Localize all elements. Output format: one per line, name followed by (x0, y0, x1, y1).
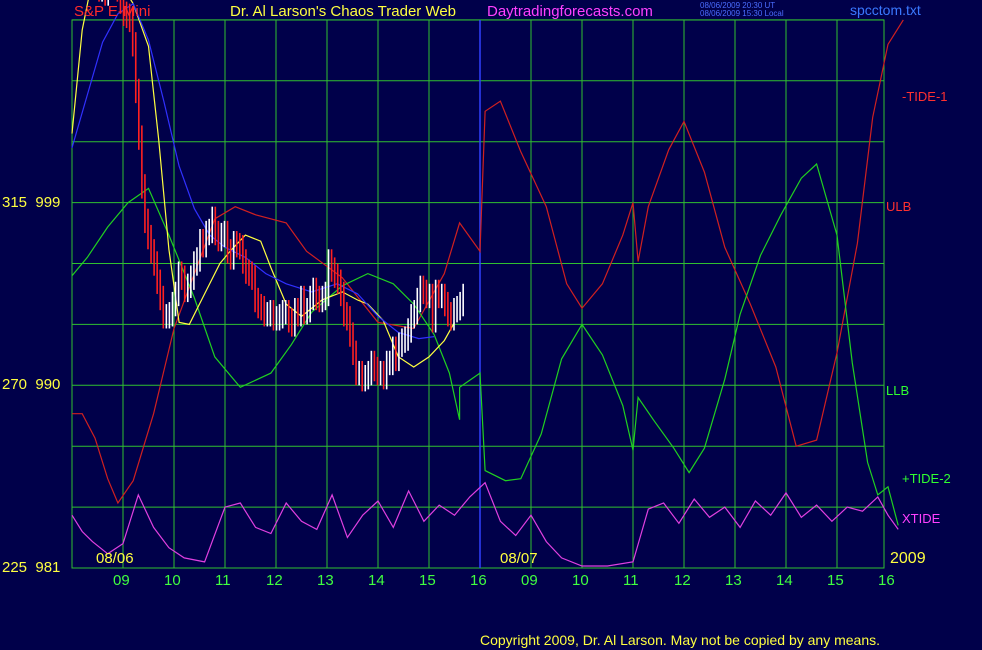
x-axis-tick-label: 10 (572, 572, 589, 589)
y-axis-label: 225 981 (2, 559, 61, 576)
timestamp-local: 08/06/2009 15:30 Local (700, 9, 784, 18)
date-label: 08/07 (500, 550, 538, 567)
plot-border (71, 19, 885, 569)
x-axis-tick-label: 15 (419, 572, 436, 589)
chart-canvas (71, 0, 904, 569)
copyright-notice: Copyright 2009, Dr. Al Larson. May not b… (480, 632, 881, 648)
legend-xtide: XTIDE (902, 511, 941, 526)
price-bars (98, 0, 464, 392)
legend-llb: LLB (886, 383, 910, 398)
x-axis-tick-label: 13 (317, 572, 334, 589)
date-label: 08/06 (96, 550, 134, 567)
x-axis-tick-label: 09 (113, 572, 130, 589)
x-axis-tick-label: 16 (878, 572, 895, 589)
legend-ulb: ULB (886, 199, 912, 214)
year-label: 2009 (890, 550, 926, 567)
x-axis-tick-label: 12 (266, 572, 283, 589)
y-axis-label: 315 999 (2, 193, 61, 211)
y-axis-label: 270 990 (2, 376, 61, 394)
x-axis-tick-label: 13 (725, 572, 742, 589)
series-llb-line (71, 162, 899, 526)
series-fast-average-line (71, 0, 456, 368)
x-axis-tick-label: 11 (215, 572, 231, 589)
x-axis-tick-label: 09 (521, 572, 538, 589)
x-axis-tick-label: 14 (368, 572, 385, 589)
x-axis-tick-label: 16 (470, 572, 487, 589)
x-axis-tick-label: 15 (827, 572, 844, 589)
x-axis-tick-label: 11 (623, 572, 639, 589)
series-slow-average-line (71, 2, 435, 340)
site-link[interactable]: Daytradingforecasts.com (487, 4, 653, 19)
x-axis-tick-label: 14 (776, 572, 793, 589)
instrument-title: S&P E-Mini (74, 3, 151, 20)
chart-title: Dr. Al Larson's Chaos Trader Web (230, 3, 457, 20)
x-axis-tick-label: 10 (164, 572, 181, 589)
chart-series (71, 0, 904, 567)
series-xtide-line (71, 481, 899, 567)
legend-tide2: +TIDE-2 (902, 471, 951, 486)
data-file-name: spcctom.txt (850, 2, 921, 18)
legend-tide1: -TIDE-1 (902, 89, 948, 104)
x-axis-tick-label: 12 (674, 572, 691, 589)
